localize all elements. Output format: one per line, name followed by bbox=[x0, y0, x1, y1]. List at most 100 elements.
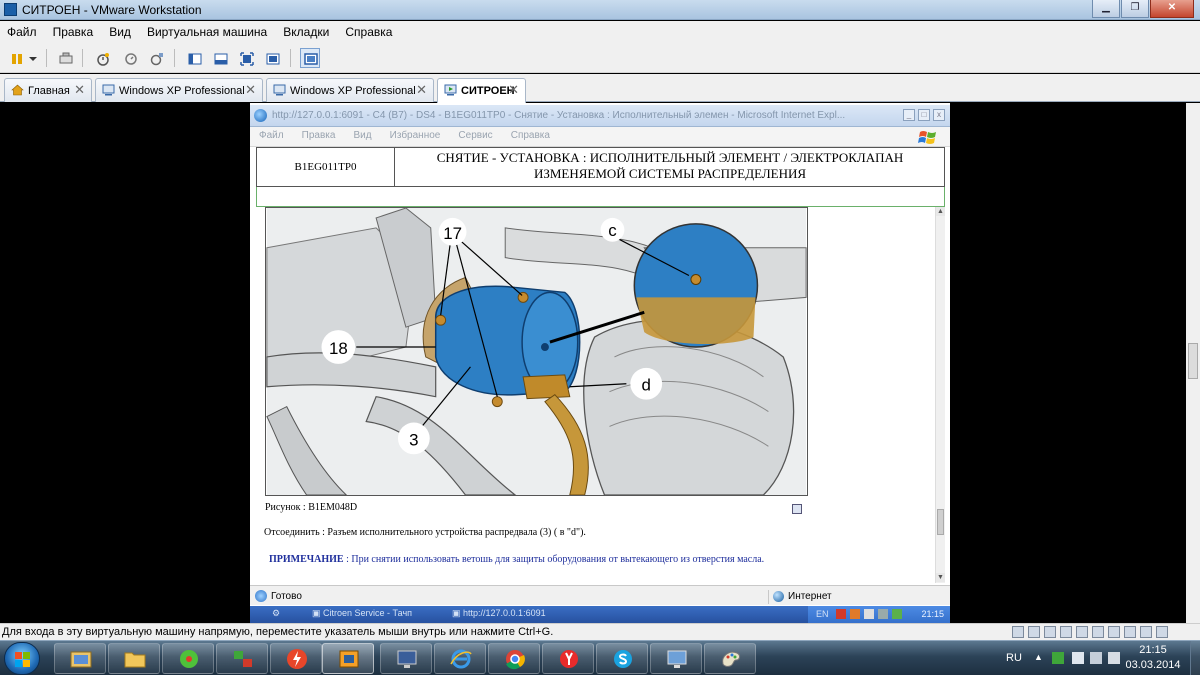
document-title-line-2: ИЗМЕНЯЕМОЙ СИСТЕМЫ РАСПРЕДЕЛЕНИЯ bbox=[533, 166, 807, 181]
vm-console-scrollbar[interactable] bbox=[1186, 103, 1200, 623]
tray-app-icon[interactable] bbox=[1072, 652, 1084, 664]
show-library-button[interactable] bbox=[184, 48, 204, 68]
full-screen-button[interactable] bbox=[236, 48, 256, 68]
taskbar-remote-app[interactable] bbox=[216, 643, 268, 674]
windows-xp-logo-icon bbox=[918, 131, 936, 144]
show-desktop-button[interactable] bbox=[1190, 641, 1200, 675]
tab-close-icon[interactable]: ✕ bbox=[416, 82, 427, 98]
taskbar-remote-desktop[interactable] bbox=[650, 643, 702, 674]
volume-icon[interactable] bbox=[1108, 652, 1120, 664]
ie-menu-tools[interactable]: Сервис bbox=[449, 127, 498, 141]
menu-file[interactable]: Файл bbox=[0, 21, 43, 39]
guest-task-citroen-service[interactable]: ▣ Citroen Service - Тачп bbox=[312, 608, 412, 621]
tab-close-icon[interactable]: ✕ bbox=[245, 82, 256, 98]
scrollbar-thumb[interactable] bbox=[1188, 343, 1198, 379]
ie-menu-view[interactable]: Вид bbox=[345, 127, 378, 141]
network-icon[interactable] bbox=[1060, 626, 1072, 638]
taskbar-app[interactable] bbox=[380, 643, 432, 674]
close-button[interactable]: ✕ bbox=[1150, 0, 1194, 18]
tab-windows-xp-1[interactable]: Windows XP Professional ✕ bbox=[95, 78, 263, 102]
tray-app-icon[interactable] bbox=[850, 609, 860, 619]
tab-citroen[interactable]: СИТРОЕН ✕ bbox=[437, 78, 526, 103]
minimize-button[interactable]: ▁ bbox=[1092, 0, 1120, 18]
taskbar-power-app[interactable] bbox=[270, 643, 322, 674]
toolbar-separator bbox=[46, 49, 47, 67]
ie-menu-file[interactable]: Файл bbox=[250, 127, 290, 141]
menu-tabs[interactable]: Вкладки bbox=[276, 21, 335, 39]
tab-home[interactable]: Главная ✕ bbox=[4, 78, 92, 102]
send-ctrl-alt-del-button[interactable] bbox=[55, 48, 75, 68]
tray-app-icon[interactable] bbox=[892, 609, 902, 619]
taskbar-vmware[interactable] bbox=[322, 643, 374, 674]
show-thumbnails-button[interactable] bbox=[210, 48, 230, 68]
revert-snapshot-button[interactable] bbox=[120, 48, 140, 68]
ie-maximize-button[interactable]: □ bbox=[918, 109, 930, 121]
printer-icon[interactable] bbox=[1092, 626, 1104, 638]
floppy-icon[interactable] bbox=[1044, 626, 1056, 638]
document-content[interactable]: 17 c 18 d 3 Рисунок : B1EM048D Отсоедини… bbox=[256, 207, 935, 583]
menu-help[interactable]: Справка bbox=[338, 21, 398, 39]
tools-icon[interactable] bbox=[1156, 626, 1168, 638]
guest-clock: 21:15 bbox=[921, 609, 944, 619]
ie-menu-help[interactable]: Справка bbox=[502, 127, 556, 141]
network-icon[interactable] bbox=[1090, 652, 1102, 664]
guest-system-tray: EN 21:15 bbox=[808, 606, 950, 623]
scroll-up-arrow[interactable]: ▲ bbox=[936, 207, 945, 216]
power-dropdown-button[interactable] bbox=[24, 48, 38, 68]
message-log-icon[interactable] bbox=[1140, 626, 1152, 638]
pause-button[interactable] bbox=[6, 48, 26, 68]
sound-icon[interactable] bbox=[1108, 626, 1120, 638]
console-view-button[interactable] bbox=[300, 48, 320, 68]
tab-close-icon[interactable]: ✕ bbox=[74, 82, 85, 98]
scroll-down-arrow[interactable]: ▼ bbox=[936, 573, 945, 582]
tray-app-icon[interactable] bbox=[1052, 652, 1064, 664]
cd-drive-icon[interactable] bbox=[1028, 626, 1040, 638]
ie-menu-favorites[interactable]: Избранное bbox=[381, 127, 447, 141]
ie-close-button[interactable]: x bbox=[933, 109, 945, 121]
taskbar-chrome[interactable] bbox=[488, 643, 540, 674]
taskbar-file-explorer-library[interactable] bbox=[54, 643, 106, 674]
display-icon[interactable] bbox=[1124, 626, 1136, 638]
guest-quick-launch-icon[interactable]: ⚙ bbox=[272, 608, 280, 621]
menu-edit[interactable]: Правка bbox=[46, 21, 100, 39]
taskbar-paint[interactable] bbox=[704, 643, 756, 674]
menu-vm[interactable]: Виртуальная машина bbox=[140, 21, 273, 39]
tray-app-icon[interactable] bbox=[864, 609, 874, 619]
guest-desktop[interactable]: http://127.0.0.1:6091 - C4 (B7) - DS4 - … bbox=[250, 103, 950, 623]
vmware-status-message: Для входа в эту виртуальную машину напря… bbox=[2, 626, 554, 638]
callout-d: d bbox=[642, 376, 651, 395]
pause-icon bbox=[12, 54, 22, 64]
take-snapshot-button[interactable] bbox=[92, 48, 112, 68]
tray-app-icon[interactable] bbox=[878, 609, 888, 619]
callout-18: 18 bbox=[329, 339, 348, 358]
start-button[interactable] bbox=[4, 642, 40, 675]
guest-task-ie[interactable]: ▣ http://127.0.0.1:6091 bbox=[452, 608, 546, 621]
tab-close-icon[interactable]: ✕ bbox=[508, 82, 519, 98]
language-indicator[interactable]: RU bbox=[1006, 652, 1022, 664]
unity-button[interactable] bbox=[262, 48, 282, 68]
ie-menu-edit[interactable]: Правка bbox=[293, 127, 342, 141]
virtual-machine-icon bbox=[273, 84, 286, 96]
clock-time[interactable]: 21:15 bbox=[1128, 644, 1178, 656]
vmware-app-icon bbox=[4, 3, 17, 16]
hard-disk-icon[interactable] bbox=[1012, 626, 1024, 638]
clock-date[interactable]: 03.03.2014 bbox=[1124, 659, 1182, 671]
content-scrollbar[interactable]: ▲ ▼ bbox=[935, 207, 945, 583]
taskbar-skype[interactable] bbox=[596, 643, 648, 674]
menu-view[interactable]: Вид bbox=[102, 21, 137, 39]
taskbar-yandex-browser[interactable] bbox=[542, 643, 594, 674]
tab-windows-xp-2[interactable]: Windows XP Professional ✕ bbox=[266, 78, 434, 102]
yandex-browser-icon bbox=[560, 650, 578, 668]
tray-app-icon[interactable] bbox=[836, 609, 846, 619]
taskbar-file-explorer[interactable] bbox=[108, 643, 160, 674]
guest-language-indicator[interactable]: EN bbox=[816, 609, 829, 619]
snapshot-manager-button[interactable] bbox=[146, 48, 166, 68]
print-figure-icon[interactable] bbox=[792, 504, 802, 514]
taskbar-internet-explorer[interactable] bbox=[434, 643, 486, 674]
maximize-button[interactable]: ❐ bbox=[1121, 0, 1149, 18]
ie-minimize-button[interactable]: _ bbox=[903, 109, 915, 121]
scrollbar-thumb[interactable] bbox=[937, 509, 944, 535]
taskbar-icq[interactable] bbox=[162, 643, 214, 674]
usb-icon[interactable] bbox=[1076, 626, 1088, 638]
show-hidden-icons-button[interactable]: ▲ bbox=[1034, 652, 1043, 662]
